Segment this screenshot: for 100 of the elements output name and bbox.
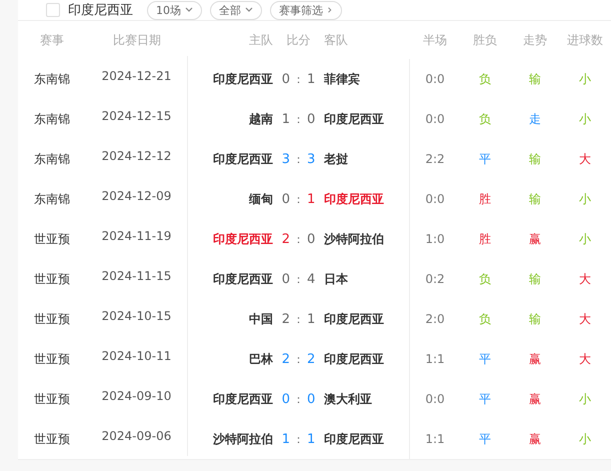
event-name: 世亚预: [34, 350, 70, 368]
trend-label: 走: [529, 110, 541, 128]
home-team: 越南: [249, 110, 273, 128]
column-header: 主队: [248, 32, 274, 48]
home-score: 2: [282, 232, 290, 246]
home-score: 2: [282, 352, 290, 366]
event-name: 世亚预: [34, 430, 70, 448]
away-team: 印度尼西亚: [324, 350, 384, 368]
score-separator: ：: [293, 432, 304, 446]
score-separator: ：: [293, 392, 304, 406]
filter-button[interactable]: 赛事筛选: [270, 0, 342, 20]
goals-label: 大: [579, 310, 591, 328]
dropdown[interactable]: 全部: [210, 0, 262, 20]
home-team: 印度尼西亚: [213, 150, 273, 168]
goals-label: 小: [579, 230, 591, 248]
away-team: 沙特阿拉伯: [324, 230, 384, 248]
event-name: 东南锦: [34, 150, 70, 168]
chevron-icon: [327, 7, 333, 13]
score-separator: ：: [293, 312, 304, 326]
half-time-score: 0:0: [425, 112, 445, 126]
away-score: 1: [307, 72, 316, 86]
trend-label: 输: [529, 270, 541, 288]
trend-label: 赢: [529, 350, 541, 368]
goals-label: 小: [579, 430, 591, 448]
half-time-score: 0:0: [425, 392, 445, 406]
event-name: 东南锦: [34, 110, 70, 128]
goals-label: 小: [579, 390, 591, 408]
home-score: 3: [282, 152, 290, 166]
match-date: 2024-12-15: [102, 109, 172, 123]
away-score: 1: [307, 192, 316, 206]
score-separator: ：: [293, 152, 304, 166]
column-header: 比分: [286, 32, 312, 48]
half-time-score: 2:2: [425, 152, 445, 166]
column-header: 走势: [522, 32, 548, 48]
trend-label: 赢: [529, 430, 541, 448]
match-date: 2024-11-15: [102, 269, 172, 283]
home-team: 印度尼西亚: [213, 230, 273, 248]
score-separator: ：: [293, 272, 304, 286]
event-name: 世亚预: [34, 390, 70, 408]
away-team: 印度尼西亚: [324, 110, 384, 128]
goals-label: 小: [579, 190, 591, 208]
match-date: 2024-10-11: [102, 349, 172, 363]
half-time-score: 1:1: [425, 352, 445, 366]
column-header: 胜负: [472, 32, 498, 48]
home-team: 印度尼西亚: [213, 70, 273, 88]
away-team: 印度尼西亚: [324, 310, 384, 328]
match-date: 2024-12-12: [102, 149, 172, 163]
half-time-score: 0:0: [425, 72, 445, 86]
away-team: 印度尼西亚: [324, 430, 384, 448]
result-label: 负: [479, 310, 491, 328]
event-name: 东南锦: [34, 70, 70, 88]
home-score: 0: [282, 272, 290, 286]
result-label: 平: [479, 350, 491, 368]
half-time-score: 1:0: [425, 232, 445, 246]
away-score: 3: [307, 152, 316, 166]
away-team: 菲律宾: [324, 70, 360, 88]
score-separator: ：: [293, 192, 304, 206]
match-date: 2024-12-09: [102, 189, 172, 203]
goals-label: 大: [579, 270, 591, 288]
score-separator: ：: [293, 112, 304, 126]
home-score: 0: [282, 192, 290, 206]
caret-icon: [245, 7, 253, 13]
column-header: 客队: [323, 32, 349, 48]
match-date: 2024-09-06: [102, 429, 172, 443]
team-name: 印度尼西亚: [68, 2, 133, 19]
trend-label: 输: [529, 150, 541, 168]
score-separator: ：: [293, 232, 304, 246]
trend-label: 输: [529, 310, 541, 328]
away-score: 0: [307, 112, 316, 126]
event-name: 世亚预: [34, 270, 70, 288]
half-time-score: 0:2: [425, 272, 445, 286]
away-team: 印度尼西亚: [324, 190, 384, 208]
trend-label: 赢: [529, 390, 541, 408]
home-score: 2: [282, 312, 290, 326]
away-score: 0: [307, 392, 316, 406]
home-team: 沙特阿拉伯: [213, 430, 273, 448]
event-name: 东南锦: [34, 190, 70, 208]
event-name: 世亚预: [34, 230, 70, 248]
goals-label: 大: [579, 350, 591, 368]
trend-label: 输: [529, 70, 541, 88]
score-separator: ：: [293, 352, 304, 366]
column-header: 赛事: [39, 32, 65, 48]
home-team: 巴林: [249, 350, 273, 368]
away-score: 2: [307, 352, 316, 366]
dropdown[interactable]: 10场: [147, 0, 202, 20]
goals-label: 小: [579, 70, 591, 88]
checkbox[interactable]: [46, 3, 60, 17]
score-separator: ：: [293, 72, 304, 86]
home-team: 缅甸: [249, 190, 273, 208]
event-name: 世亚预: [34, 310, 70, 328]
caret-icon: [185, 7, 193, 13]
half-time-score: 1:1: [425, 432, 445, 446]
away-score: 1: [307, 432, 316, 446]
half-time-score: 0:0: [425, 192, 445, 206]
result-label: 负: [479, 70, 491, 88]
result-label: 负: [479, 110, 491, 128]
column-header: 半场: [422, 32, 448, 48]
away-team: 日本: [324, 270, 348, 288]
result-label: 平: [479, 390, 491, 408]
away-score: 1: [307, 312, 316, 326]
